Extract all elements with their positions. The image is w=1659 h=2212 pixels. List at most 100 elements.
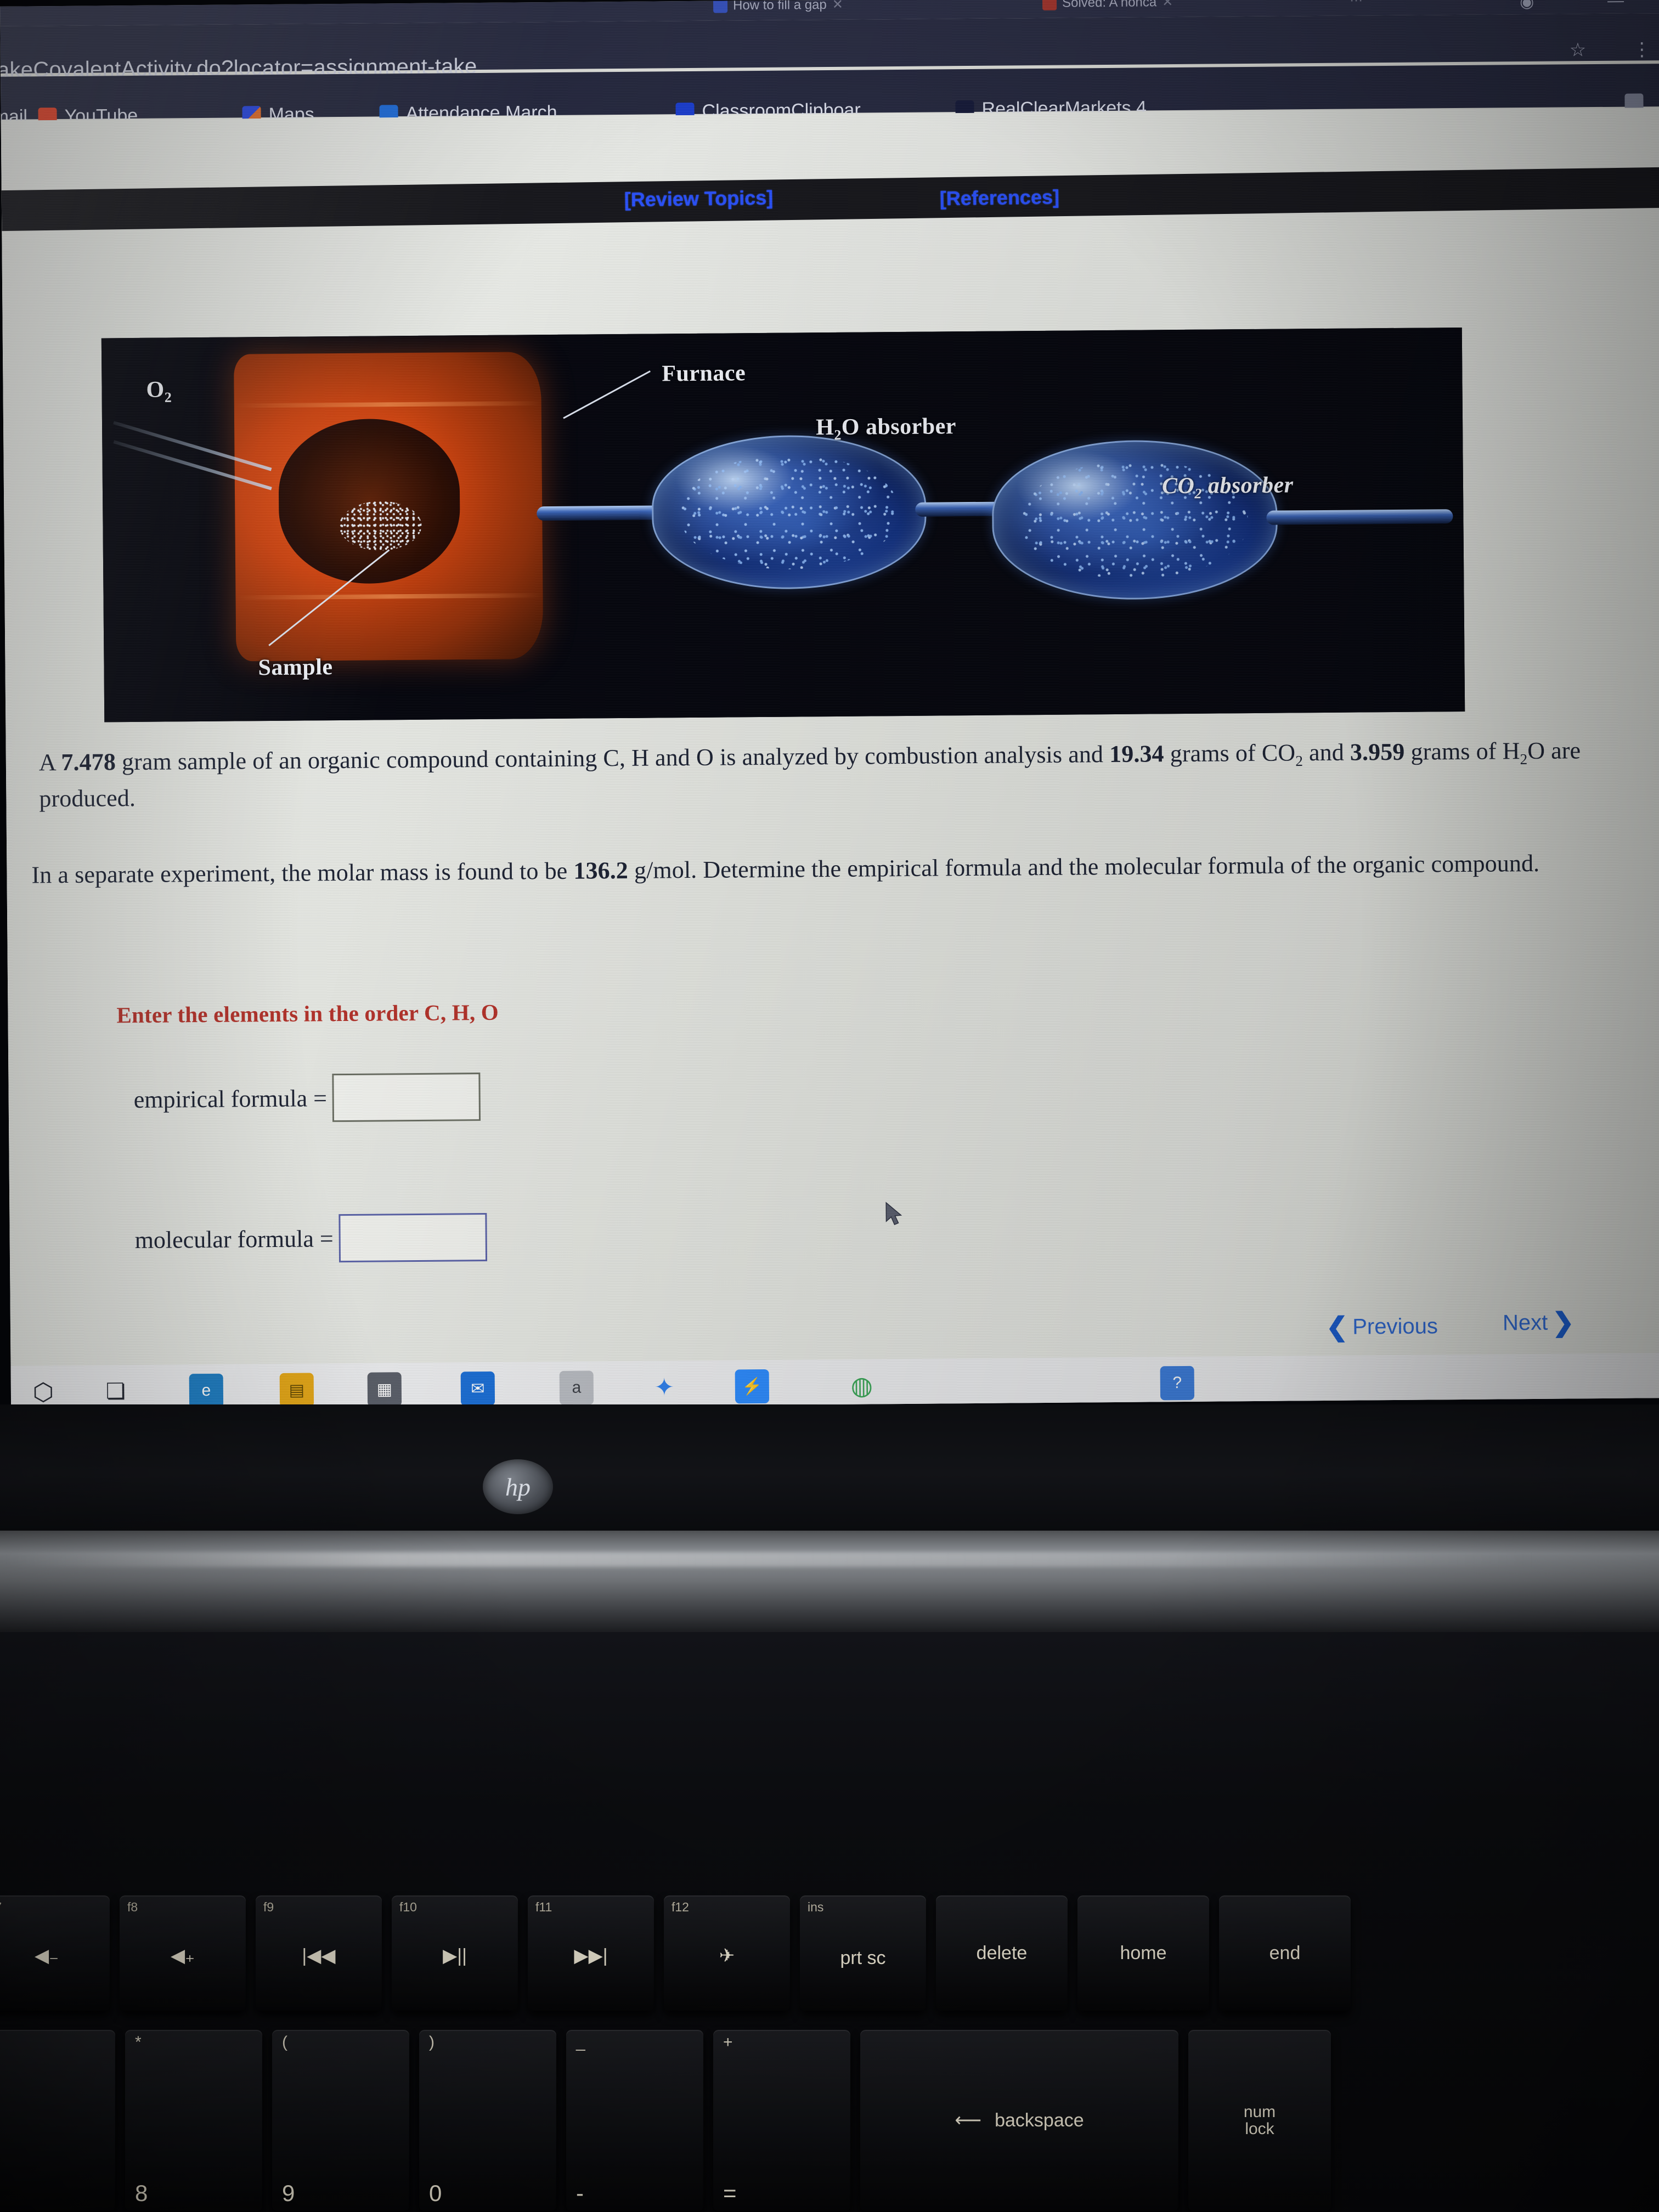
photos-icon[interactable]: ✦	[647, 1370, 681, 1404]
close-icon[interactable]: ✕	[832, 0, 843, 13]
volume-down-icon: ◀₋	[34, 1945, 59, 1966]
empirical-formula-label: empirical formula =	[133, 1084, 328, 1113]
tab-title: Solved: A nonca	[1062, 0, 1157, 10]
key-fn-label: f9	[263, 1900, 274, 1914]
browser-tab-overflow[interactable]: ⋯	[1350, 0, 1363, 9]
chrome-icon[interactable]: ◍	[845, 1368, 879, 1402]
key-shift-label: (	[282, 2033, 287, 2051]
browser-tab-0[interactable]: How to fill a gap ✕	[713, 0, 843, 14]
key-fn-label: f10	[399, 1900, 417, 1914]
key-fn-label: f8	[127, 1900, 138, 1914]
key-minus[interactable]: _ -	[566, 2030, 703, 2211]
key-shift-label: *	[135, 2033, 142, 2051]
diagram-label-furnace: Furnace	[662, 360, 746, 387]
play-pause-key[interactable]: f10 ▶||	[392, 1895, 518, 2011]
tab-title: How to fill a gap	[732, 0, 827, 13]
key-label: backspace	[995, 2109, 1084, 2131]
key-label: 8	[135, 2180, 148, 2206]
star-icon[interactable]: ☆	[1570, 39, 1587, 61]
mouse-cursor	[885, 1201, 902, 1226]
key-ins-label: ins	[808, 1900, 824, 1914]
previous-button[interactable]: ❮ Previous	[1326, 1311, 1438, 1342]
backspace-arrow-icon: ⟵	[955, 2110, 982, 2131]
hp-logo: hp	[483, 1459, 553, 1514]
volume-up-key[interactable]: f8 ◀₊	[120, 1895, 246, 2011]
zoom-icon[interactable]: ⚡	[735, 1369, 770, 1404]
airplane-icon: ✈	[719, 1945, 735, 1966]
key-equals[interactable]: + =	[713, 2030, 850, 2211]
diagram-label-h2o-absorber: H2O absorber	[815, 414, 957, 443]
close-icon[interactable]: ✕	[1162, 0, 1173, 10]
h2o-absorber-bulb	[651, 434, 927, 590]
chevron-right-icon: ❯	[1552, 1308, 1575, 1338]
tab-favicon	[713, 0, 728, 13]
key-8[interactable]: * 8	[125, 2030, 262, 2211]
previous-label: Previous	[1352, 1313, 1438, 1339]
next-track-icon: ▶▶|	[574, 1945, 608, 1966]
store-icon[interactable]: ▦	[367, 1372, 402, 1407]
backspace-key[interactable]: ⟵ backspace	[860, 2030, 1178, 2211]
profile-icon[interactable]: ◉	[1520, 0, 1534, 12]
problem-paragraph-1: A 7.478 gram sample of an organic compou…	[38, 737, 1581, 812]
key-label: 7	[0, 2180, 1, 2207]
diagram-label-oxygen: O2	[146, 377, 172, 405]
molecular-formula-input[interactable]	[338, 1212, 488, 1263]
key-0[interactable]: ) 0	[419, 2030, 556, 2211]
browser-tab-1[interactable]: Solved: A nonca ✕	[1042, 0, 1173, 11]
molecular-formula-label: molecular formula =	[134, 1224, 334, 1254]
acrobat-icon[interactable]: a	[559, 1370, 594, 1405]
key-9[interactable]: ( 9	[272, 2030, 409, 2211]
chevron-left-icon: ❮	[1325, 1312, 1348, 1342]
screen-bezel-bottom	[0, 1404, 1659, 1531]
diagram-label-co2-absorber: CO2 absorber	[1161, 472, 1294, 502]
review-topics-link[interactable]: [Review Topics]	[624, 186, 774, 211]
key-label: -	[576, 2180, 584, 2206]
key-label: home	[1120, 1942, 1167, 1963]
empirical-formula-row: empirical formula =	[133, 1073, 481, 1124]
home-key[interactable]: home	[1077, 1895, 1209, 2011]
play-pause-icon: ▶||	[443, 1945, 467, 1966]
mail-icon[interactable]: ✉	[460, 1371, 495, 1406]
number-key-row: & 7 * 8 ( 9 ) 0 _ - + = ⟵ backspace n	[0, 2030, 1341, 2211]
molecular-formula-row: molecular formula =	[134, 1212, 488, 1264]
key-label: end	[1269, 1942, 1301, 1963]
help-icon[interactable]: ?	[1160, 1365, 1195, 1401]
minimize-button[interactable]: —	[1607, 0, 1624, 10]
assignment-page: [Review Topics] [References] O2 Furnace …	[1, 108, 1659, 1366]
key-fn-label: f7	[0, 1900, 2, 1915]
volume-up-icon: ◀₊	[170, 1945, 195, 1966]
airplane-mode-key[interactable]: f12 ✈	[664, 1895, 790, 2011]
tab-favicon	[1042, 0, 1057, 10]
numlock-line1: num	[1243, 2102, 1276, 2121]
next-button[interactable]: Next ❯	[1503, 1307, 1575, 1338]
edge-icon[interactable]: e	[189, 1373, 224, 1408]
empirical-formula-input[interactable]	[332, 1073, 481, 1122]
print-screen-key[interactable]: ins prt sc	[800, 1895, 926, 2011]
delete-key[interactable]: delete	[936, 1895, 1068, 2011]
volume-down-key[interactable]: f7 ◀₋	[0, 1895, 110, 2011]
co2-absorber-bulb	[991, 439, 1278, 601]
next-label: Next	[1502, 1310, 1548, 1335]
next-track-key[interactable]: f11 ▶▶|	[528, 1895, 654, 2011]
key-label: 0	[429, 2180, 442, 2206]
function-key-row: f7 ◀₋ f8 ◀₊ f9 |◀◀ f10 ▶|| f11 ▶▶| f12 ✈…	[0, 1895, 1361, 2011]
key-fn-label: f12	[672, 1900, 689, 1914]
key-shift-label: )	[429, 2033, 435, 2051]
task-view-button[interactable]: ❏	[99, 1374, 133, 1408]
file-explorer-icon[interactable]: ▤	[279, 1373, 314, 1407]
previous-track-key[interactable]: f9 |◀◀	[256, 1895, 382, 2011]
references-link[interactable]: [References]	[940, 185, 1060, 210]
screenshot-root: How to fill a gap ✕ Solved: A nonca ✕ ⋯ …	[0, 0, 1659, 2212]
key-label: prt sc	[840, 1947, 886, 1968]
key-shift-label: +	[723, 2033, 733, 2051]
combustion-apparatus-diagram: O2 Furnace Sample H2O absorber CO2 absor…	[101, 327, 1465, 723]
key-label: =	[723, 2180, 737, 2206]
key-label: delete	[976, 1942, 1028, 1963]
extensions-icon[interactable]: ⋮	[1633, 38, 1651, 60]
end-key[interactable]: end	[1219, 1895, 1351, 2011]
num-lock-key[interactable]: num lock	[1188, 2030, 1331, 2211]
laptop-hinge	[0, 1531, 1659, 1635]
laptop-screen: How to fill a gap ✕ Solved: A nonca ✕ ⋯ …	[0, 0, 1659, 1411]
key-7[interactable]: & 7	[0, 2030, 115, 2211]
diagram-label-sample: Sample	[258, 654, 333, 681]
